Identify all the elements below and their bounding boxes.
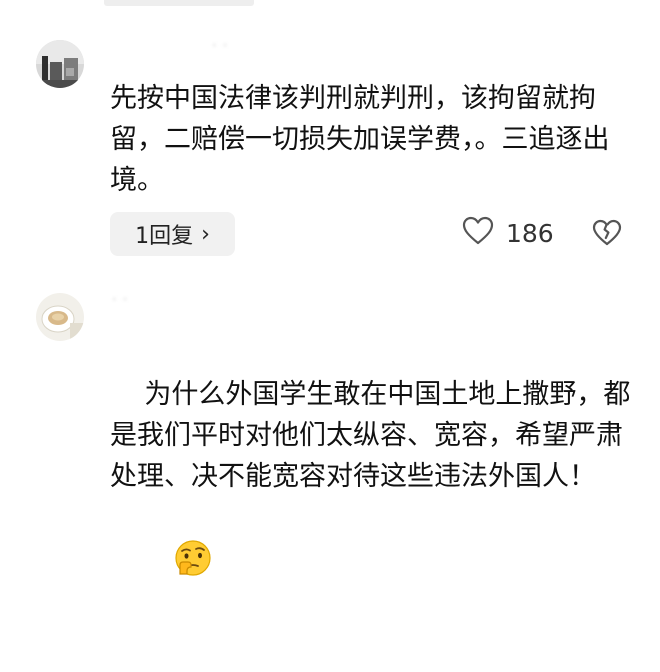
avatar[interactable] — [36, 40, 84, 88]
chevron-right-icon: › — [201, 221, 210, 247]
thinking-face-emoji-icon — [120, 497, 214, 631]
dislike-button[interactable] — [592, 219, 622, 251]
like-count: 186 — [506, 218, 554, 248]
like-button[interactable]: 186 — [462, 216, 554, 250]
reply-label: 1回复 — [135, 224, 194, 249]
broken-heart-icon — [592, 219, 622, 251]
comment-item: · · 先按中国法律该判刑就判刑，该拘留就拘留，二赔偿一切损失加误学费，。三追逐… — [0, 0, 660, 270]
username[interactable]: · · — [112, 292, 128, 308]
reply-button[interactable]: 1回复 › — [110, 212, 235, 256]
comment-text-content: 为什么外国学生敢在中国土地上撒野，都是我们平时对他们太纵容、宽容，希望严肃处理、… — [110, 379, 631, 492]
heart-outline-icon — [462, 216, 494, 250]
avatar[interactable] — [36, 293, 84, 341]
comment-text: 先按中国法律该判刑就判刑，该拘留就拘留，二赔偿一切损失加误学费，。三追逐出境。 — [110, 83, 610, 196]
username[interactable]: · · — [212, 38, 228, 54]
comment-item: · · 为什么外国学生敢在中国土地上撒野，都是我们平时对他们太纵容、宽容，希望严… — [0, 280, 660, 576]
comment-text: 为什么外国学生敢在中国土地上撒野，都是我们平时对他们太纵容、宽容，希望严肃处理、… — [110, 333, 635, 672]
